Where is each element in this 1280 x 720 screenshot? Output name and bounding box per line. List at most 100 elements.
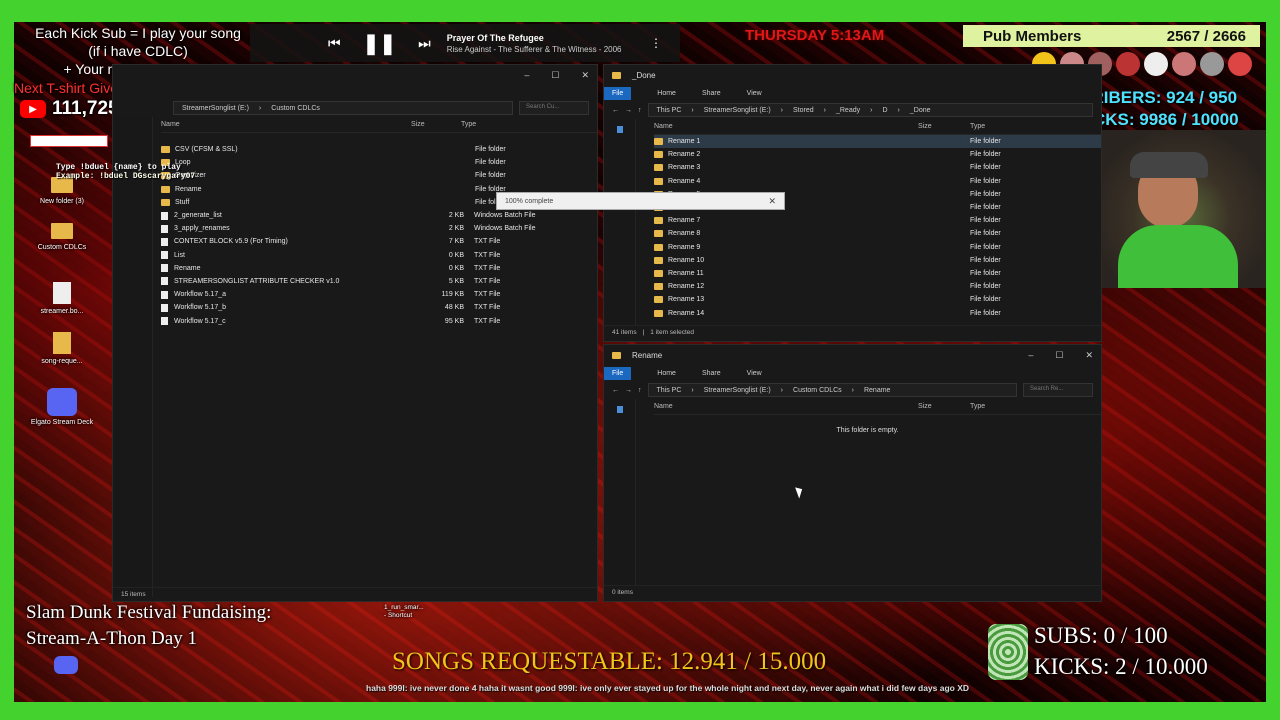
file-type: File folder <box>475 159 506 167</box>
minimize-icon[interactable]: – <box>524 70 529 81</box>
empty-folder-message: This folder is empty. <box>836 427 899 434</box>
desktop-icon-streamer-bot[interactable]: streamer.bo... <box>30 282 94 315</box>
search-input[interactable]: Search Re... <box>1023 383 1093 397</box>
breadcrumb-item[interactable]: _Ready <box>836 107 860 114</box>
table-row[interactable]: List 0 KB TXT File <box>161 249 597 262</box>
back-icon[interactable]: ← <box>612 387 619 394</box>
table-row[interactable]: Rename 3 File folder <box>654 161 1101 174</box>
table-row[interactable]: STREAMERSONGLIST ATTRIBUTE CHECKER v1.0 5… <box>161 275 597 288</box>
column-header-name[interactable]: Name <box>654 403 918 410</box>
table-row[interactable]: Rename 12 File folder <box>654 280 1101 293</box>
explorer-body: Name Size Type CSV (CFSM & SSL) File fold… <box>113 117 597 597</box>
column-header-size[interactable]: Size <box>411 121 461 128</box>
table-row[interactable]: CONTEXT BLOCK v5.9 (For Timing) 7 KB TXT F… <box>161 235 597 248</box>
table-row[interactable]: Rename 2 File folder <box>654 148 1101 161</box>
breadcrumb[interactable]: StreamerSonglist (E:) › Custom CDLCs <box>173 101 513 115</box>
more-options-icon[interactable]: ⋮ <box>650 36 662 50</box>
table-row[interactable]: Rename 14 File folder <box>654 306 1101 319</box>
table-row[interactable]: CSV (CFSM & SSL) File folder <box>161 143 597 156</box>
close-icon[interactable]: ✕ <box>1085 350 1093 361</box>
tab-view[interactable]: View <box>747 90 762 97</box>
up-icon[interactable]: ↑ <box>638 107 642 114</box>
file-name: CSV (CFSM & SSL) <box>175 146 238 154</box>
table-row[interactable]: Loop File folder <box>161 156 597 169</box>
file-size: 119 KB <box>441 291 464 299</box>
close-icon[interactable]: ✕ <box>581 70 589 81</box>
file-name: Loop <box>175 159 191 167</box>
column-header-type[interactable]: Type <box>970 403 1050 410</box>
address-bar: ← → ↑ This PC › StreamerSonglist (E:) › Stor… <box>604 101 1101 119</box>
column-header-size[interactable]: Size <box>918 403 970 410</box>
table-row[interactable]: 2_generate_list 2 KB Windows Batch File <box>161 209 597 222</box>
table-row[interactable]: Rename 11 File folder <box>654 267 1101 280</box>
breadcrumb-item[interactable]: StreamerSonglist (E:) <box>182 105 249 112</box>
desktop-shortcut[interactable]: 1_run_smar... - Shortcut <box>384 604 424 620</box>
table-row[interactable]: Rename 9 File folder <box>654 241 1101 254</box>
navigation-pane[interactable] <box>604 119 636 325</box>
tab-share[interactable]: Share <box>702 90 721 97</box>
breadcrumb-item[interactable]: _Done <box>910 107 931 114</box>
breadcrumb-item[interactable]: StreamerSonglist (E:) <box>704 107 771 114</box>
tab-file[interactable]: File <box>604 86 632 100</box>
maximize-icon[interactable]: ☐ <box>1055 350 1063 361</box>
breadcrumb-item[interactable]: Rename <box>864 387 890 394</box>
desktop-icon-label: streamer.bo... <box>40 308 84 315</box>
navigation-pane[interactable] <box>604 399 636 585</box>
table-row[interactable]: 3_apply_renames 2 KB Windows Batch File <box>161 222 597 235</box>
file-icon <box>161 237 168 246</box>
table-row[interactable]: Rename 0 KB TXT File <box>161 262 597 275</box>
tab-home[interactable]: Home <box>657 90 676 97</box>
table-row[interactable]: Workflow 5.17_b 48 KB TXT File <box>161 301 597 314</box>
breadcrumb-item[interactable]: This PC <box>657 387 682 394</box>
pause-icon[interactable]: ❚❚ <box>363 31 397 56</box>
tab-share[interactable]: Share <box>702 370 721 377</box>
column-header-name[interactable]: Name <box>161 121 411 128</box>
file-size: 5 KB <box>448 277 464 285</box>
breadcrumb-item[interactable]: Custom CDLCs <box>793 387 842 394</box>
breadcrumb-item[interactable]: Custom CDLCs <box>271 105 320 112</box>
table-row[interactable]: Rename 8 File folder <box>654 227 1101 240</box>
table-row[interactable]: Workflow 5.17_a 119 KB TXT File <box>161 288 597 301</box>
column-header-size[interactable]: Size <box>918 123 970 130</box>
desktop-icon-elgato[interactable]: Elgato Stream Deck <box>30 388 94 426</box>
column-header-type[interactable]: Type <box>970 123 1050 130</box>
close-icon[interactable]: ✕ <box>768 196 776 207</box>
file-type: TXT File <box>474 251 501 259</box>
table-row[interactable]: Organizer File folder <box>161 169 597 182</box>
column-header-type[interactable]: Type <box>461 121 561 128</box>
breadcrumb-item[interactable]: Stored <box>793 107 814 114</box>
breadcrumb-item[interactable]: This PC <box>657 107 682 114</box>
table-row[interactable]: Rename 10 File folder <box>654 254 1101 267</box>
column-header-name[interactable]: Name <box>654 123 918 130</box>
desktop-icon-song-request[interactable]: song-reque... <box>30 332 94 365</box>
search-input[interactable]: Search Cu... <box>519 101 589 115</box>
breadcrumb-item[interactable]: D <box>882 107 887 114</box>
address-bar: ← → ↑ This PC › StreamerSonglist (E:) › Cust… <box>604 381 1101 399</box>
file-type: File folder <box>475 172 506 180</box>
breadcrumb[interactable]: This PC › StreamerSonglist (E:) › Stored › _Re… <box>647 103 1093 117</box>
table-row[interactable]: Rename 13 File folder <box>654 293 1101 306</box>
tab-file[interactable]: File <box>604 366 632 380</box>
tab-view[interactable]: View <box>747 370 762 377</box>
breadcrumb[interactable]: This PC › StreamerSonglist (E:) › Custom CDL… <box>647 383 1017 397</box>
status-bar: 41 items | 1 item selected <box>604 325 1101 339</box>
navigation-pane[interactable] <box>113 117 153 597</box>
table-row[interactable]: Rename 4 File folder <box>654 175 1101 188</box>
explorer-body: Name Size Type Rename 1 File folder Rename… <box>604 119 1101 325</box>
quick-access-icon <box>616 406 623 413</box>
maximize-icon[interactable]: ☐ <box>551 70 559 81</box>
minimize-icon[interactable]: – <box>1028 350 1033 361</box>
breadcrumb-item[interactable]: StreamerSonglist (E:) <box>704 387 771 394</box>
folder-icon <box>654 256 663 264</box>
previous-track-icon[interactable]: ⏮ <box>328 35 341 52</box>
forward-icon[interactable]: → <box>625 387 632 394</box>
table-row[interactable]: Rename 7 File folder <box>654 214 1101 227</box>
up-icon[interactable]: ↑ <box>638 387 642 394</box>
table-row[interactable]: Rename 1 File folder <box>654 135 1101 149</box>
forward-icon[interactable]: → <box>625 107 632 114</box>
desktop-icon-custom-cdlcs[interactable]: Custom CDLCs <box>30 222 94 251</box>
tab-home[interactable]: Home <box>657 370 676 377</box>
next-track-icon[interactable]: ⏭ <box>418 35 431 52</box>
back-icon[interactable]: ← <box>612 107 619 114</box>
table-row[interactable]: Workflow 5.17_c 95 KB TXT File <box>161 314 597 327</box>
